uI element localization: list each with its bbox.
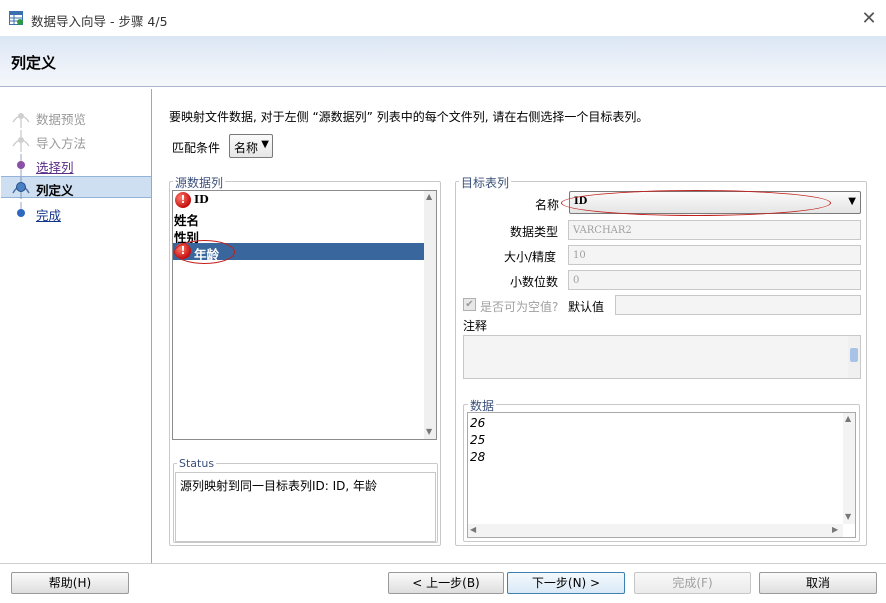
scale-field: 0 [568, 270, 861, 290]
size-precision-label: 大小/精度 [504, 250, 557, 264]
data-horizontal-scrollbar[interactable]: ◀ ▶ [468, 524, 843, 537]
footer-divider [0, 563, 886, 564]
source-list-scrollbar[interactable]: ▲ ▼ [424, 191, 436, 439]
name-label: 名称 [535, 198, 560, 212]
status-title: Status [177, 457, 217, 470]
step-label: 数据预览 [36, 112, 87, 127]
close-icon[interactable]: ✕ [856, 6, 882, 32]
step-finish[interactable]: 完成 [1, 202, 151, 224]
error-icon: ! [175, 192, 191, 208]
list-item: 28 [470, 450, 486, 464]
step-node-icon [17, 154, 25, 176]
default-value-label: 默认值 [568, 300, 605, 314]
step-node-icon [12, 130, 30, 152]
back-button[interactable]: < 上一步(B) [388, 572, 504, 594]
scroll-right-icon[interactable]: ▶ [832, 525, 838, 534]
target-columns-title: 目标表列 [459, 174, 512, 191]
cancel-button[interactable]: 取消 [759, 572, 877, 594]
step-import-method[interactable]: 导入方法 [1, 130, 151, 152]
source-columns-list[interactable]: ! ID 姓名 性别 ! 年龄 [172, 190, 437, 440]
step-current-icon [12, 177, 30, 199]
status-message: 源列映射到同一目标表列ID: ID, 年龄 [180, 479, 378, 493]
nullable-label: 是否可为空值? [480, 300, 559, 314]
source-columns-title: 源数据列 [173, 174, 226, 191]
step-data-preview[interactable]: 数据预览 [1, 106, 151, 128]
scroll-up-icon[interactable]: ▲ [845, 414, 851, 423]
data-vertical-scrollbar[interactable]: ▲ ▼ [843, 413, 855, 524]
list-item[interactable]: 姓名 [173, 209, 425, 228]
list-item-label: ID [194, 193, 209, 206]
page-header [0, 36, 886, 87]
step-label: 选择列 [36, 160, 74, 175]
finish-button[interactable]: 完成(F) [634, 572, 751, 594]
scroll-left-icon[interactable]: ◀ [470, 525, 476, 534]
step-node-icon [17, 202, 25, 217]
list-item[interactable]: ! ID [173, 192, 425, 209]
scroll-thumb[interactable] [850, 348, 858, 362]
scroll-down-icon[interactable]: ▼ [426, 427, 432, 436]
page-title: 列定义 [11, 54, 57, 72]
match-condition-value: 名称 [234, 141, 259, 155]
step-label: 导入方法 [36, 136, 87, 151]
help-button[interactable]: 帮助(H) [11, 572, 129, 594]
window-title: 数据导入向导 - 步骤 4/5 [31, 14, 168, 29]
comment-label: 注释 [463, 319, 488, 333]
instruction-text: 要映射文件数据, 对于左侧 “源数据列” 列表中的每个文件列, 请在右侧选择一个… [169, 110, 649, 124]
table-import-icon [9, 11, 23, 25]
step-column-definition[interactable]: 列定义 [1, 176, 151, 199]
comment-field [463, 335, 861, 379]
step-node-icon [12, 113, 30, 128]
size-precision-field: 10 [568, 245, 861, 265]
data-preview-list[interactable] [467, 412, 856, 538]
scale-label: 小数位数 [510, 275, 559, 289]
next-button[interactable]: 下一步(N) > [507, 572, 625, 594]
wizard-steps-nav: 数据预览 导入方法 选择列 列定义 完成 [1, 89, 152, 563]
scroll-up-icon[interactable]: ▲ [426, 192, 432, 201]
chevron-down-icon: ▼ [261, 139, 269, 150]
list-item: 25 [470, 433, 486, 447]
scroll-down-icon[interactable]: ▼ [845, 512, 851, 521]
step-select-columns[interactable]: 选择列 [1, 154, 151, 176]
chevron-down-icon: ▼ [848, 196, 856, 207]
annotation-oval [174, 240, 235, 264]
match-condition-select[interactable]: 名称 ▼ [229, 134, 273, 158]
datatype-field: VARCHAR2 [568, 220, 861, 240]
nullable-checkbox: ✔ [463, 298, 476, 311]
datatype-label: 数据类型 [510, 225, 559, 239]
list-item: 26 [470, 416, 486, 430]
match-condition-label: 匹配条件 [172, 141, 221, 155]
step-label: 完成 [36, 208, 62, 223]
default-value-field [615, 295, 861, 315]
annotation-oval [561, 190, 831, 216]
step-label: 列定义 [36, 183, 74, 198]
